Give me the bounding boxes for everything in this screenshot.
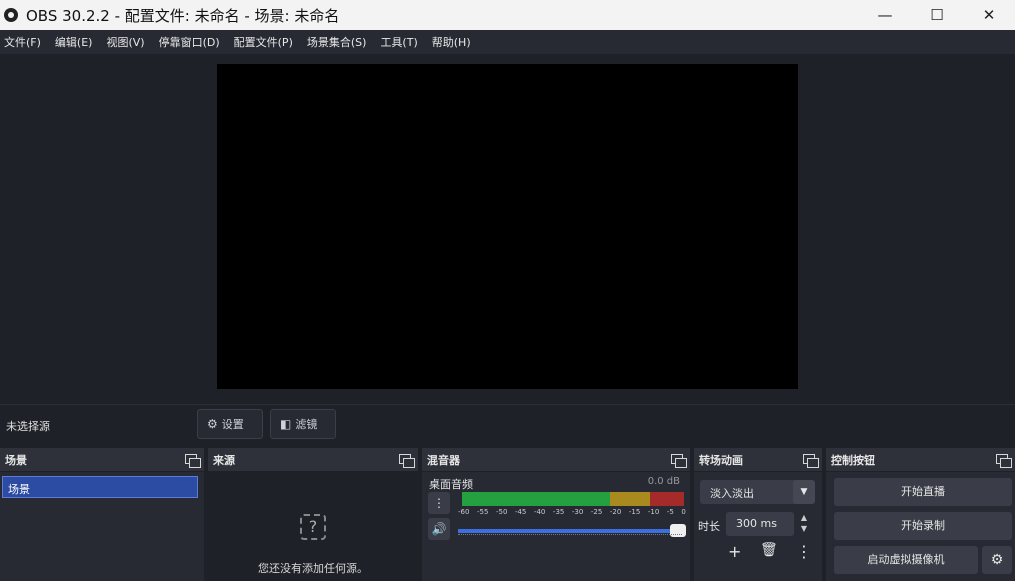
menu-bar: 文件(F) 编辑(E) 视图(V) 停靠窗口(D) 配置文件(P) 场景集合(S… bbox=[0, 30, 1015, 54]
scale-tick: -60 bbox=[458, 508, 470, 516]
meter-red bbox=[650, 492, 684, 506]
scenes-dock: 场景 场景 bbox=[0, 448, 204, 581]
duration-spinner[interactable]: ▲ ▼ bbox=[794, 512, 814, 536]
scale-tick: -20 bbox=[609, 508, 622, 516]
scale-tick: -55 bbox=[476, 508, 489, 516]
undock-icon[interactable] bbox=[995, 452, 1012, 468]
sources-list[interactable]: ? 您还没有添加任何源。 bbox=[208, 472, 418, 581]
controls-dock-title: 控制按钮 bbox=[831, 453, 875, 467]
menu-help[interactable]: 帮助(H) bbox=[432, 34, 471, 50]
filter-icon: ◧ bbox=[280, 417, 292, 431]
volume-slider-fill bbox=[458, 529, 682, 533]
slider-ticks bbox=[458, 534, 682, 538]
no-source-selected-label: 未选择源 bbox=[6, 420, 50, 433]
close-button[interactable]: ✕ bbox=[963, 0, 1015, 30]
start-virtual-camera-button[interactable]: 启动虚拟摄像机 bbox=[834, 546, 978, 574]
channel-menu-button[interactable]: ⋮ bbox=[428, 492, 450, 514]
menu-docks[interactable]: 停靠窗口(D) bbox=[159, 34, 220, 50]
scale-tick: -15 bbox=[628, 508, 641, 516]
start-streaming-button[interactable]: 开始直播 bbox=[834, 478, 1012, 506]
preview-area bbox=[0, 54, 1015, 404]
scale-tick: -45 bbox=[514, 508, 527, 516]
preview-canvas[interactable] bbox=[217, 64, 798, 389]
start-recording-button[interactable]: 开始录制 bbox=[834, 512, 1012, 540]
duration-input[interactable]: 300 ms bbox=[726, 512, 794, 536]
scale-tick: -10 bbox=[647, 508, 660, 516]
undock-icon[interactable] bbox=[802, 452, 819, 468]
channel-db: 0.0 dB bbox=[647, 476, 680, 487]
menu-tools[interactable]: 工具(T) bbox=[380, 34, 417, 50]
speaker-icon[interactable]: 🔊 bbox=[428, 518, 450, 540]
meter-green bbox=[462, 492, 610, 506]
meter-scale: -60 -55 -50 -45 -40 -35 -30 -25 -20 -15 … bbox=[458, 508, 686, 516]
question-icon: ? bbox=[300, 514, 326, 540]
gear-icon: ⚙ bbox=[207, 417, 218, 431]
undock-icon[interactable] bbox=[184, 452, 201, 468]
title-bar: OBS 30.2.2 - 配置文件: 未命名 - 场景: 未命名 — ☐ ✕ bbox=[0, 0, 1015, 30]
volume-slider[interactable] bbox=[458, 524, 686, 537]
controls-dock: 控制按钮 开始直播 开始录制 启动虚拟摄像机 ⚙ bbox=[826, 448, 1015, 581]
minimize-button[interactable]: — bbox=[859, 0, 911, 30]
source-settings-button[interactable]: ⚙ 设置 bbox=[197, 409, 263, 439]
maximize-button[interactable]: ☐ bbox=[911, 0, 963, 30]
source-filters-button[interactable]: ◧ 滤镜 bbox=[270, 409, 336, 439]
no-sources-text: 您还没有添加任何源。 bbox=[258, 562, 368, 575]
menu-scene-collection[interactable]: 场景集合(S) bbox=[307, 34, 367, 50]
undock-icon[interactable] bbox=[670, 452, 687, 468]
source-filters-label: 滤镜 bbox=[295, 418, 318, 431]
scenes-dock-title: 场景 bbox=[5, 453, 27, 467]
scale-tick: -30 bbox=[571, 508, 584, 516]
undock-icon[interactable] bbox=[398, 452, 415, 468]
scale-tick: -40 bbox=[533, 508, 546, 516]
audio-mixer-dock: 混音器 桌面音频 0.0 dB ⋮ -60 -55 -50 -45 -40 -3… bbox=[422, 448, 690, 581]
chevron-down-icon[interactable]: ▼ bbox=[793, 480, 815, 504]
scale-tick: -5 bbox=[666, 508, 674, 516]
sources-dock: 来源 ? 您还没有添加任何源。 bbox=[208, 448, 418, 581]
transitions-dock-title: 转场动画 bbox=[699, 453, 743, 467]
scale-tick: -25 bbox=[590, 508, 603, 516]
transition-more-button[interactable]: ⋮ bbox=[796, 542, 812, 561]
volume-meter bbox=[462, 492, 684, 506]
mixer-dock-title: 混音器 bbox=[427, 453, 460, 467]
source-settings-label: 设置 bbox=[221, 418, 244, 431]
menu-profile[interactable]: 配置文件(P) bbox=[234, 34, 293, 50]
menu-file[interactable]: 文件(F) bbox=[4, 34, 41, 50]
duration-label: 时长 bbox=[698, 520, 720, 533]
meter-yellow bbox=[610, 492, 650, 506]
scale-tick: 0 bbox=[681, 508, 686, 516]
channel-name: 桌面音频 bbox=[429, 478, 473, 491]
scene-transitions-dock: 转场动画 淡入淡出 ▼ 时长 300 ms ▲ ▼ + 🗑 ⋮ bbox=[694, 448, 822, 581]
window-title: OBS 30.2.2 - 配置文件: 未命名 - 场景: 未命名 bbox=[26, 6, 340, 25]
source-toolbar: 未选择源 ⚙ 设置 ◧ 滤镜 bbox=[0, 404, 1015, 444]
menu-view[interactable]: 视图(V) bbox=[106, 34, 144, 50]
virtual-camera-settings-gear-icon[interactable]: ⚙ bbox=[982, 546, 1012, 574]
obs-logo-icon bbox=[4, 8, 18, 22]
add-transition-button[interactable]: + bbox=[728, 542, 741, 561]
remove-transition-button[interactable]: 🗑 bbox=[760, 542, 778, 558]
scale-tick: -50 bbox=[495, 508, 508, 516]
scene-list-item[interactable]: 场景 bbox=[2, 476, 198, 498]
sources-dock-title: 来源 bbox=[213, 453, 235, 467]
menu-edit[interactable]: 编辑(E) bbox=[55, 34, 93, 50]
scale-tick: -35 bbox=[552, 508, 565, 516]
